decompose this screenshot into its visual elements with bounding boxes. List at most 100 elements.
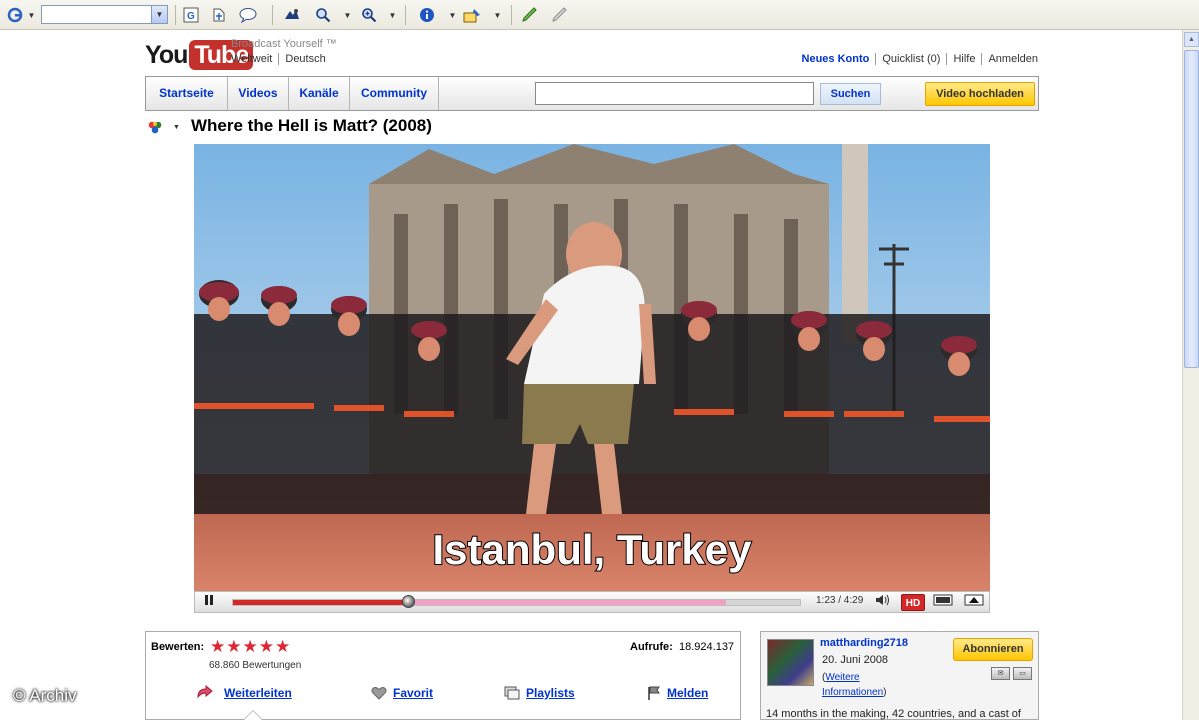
- tab-home[interactable]: Startseite: [146, 77, 228, 110]
- heart-icon: [371, 687, 387, 700]
- join-date: 20. Juni 2008: [822, 654, 889, 666]
- toolbar-divider: [511, 5, 512, 25]
- paren-close: ): [883, 687, 887, 698]
- avatar[interactable]: [767, 639, 814, 686]
- browser-toolbar: ▼ ▼ G ▼ ▼ ▼ ▼: [0, 0, 1199, 30]
- search-input[interactable]: [535, 82, 814, 105]
- views-label: Aufrufe:: [630, 641, 673, 653]
- channel-username[interactable]: mattharding2718: [820, 637, 908, 649]
- video-caption: Istanbul, Turkey: [433, 526, 753, 573]
- google-icon[interactable]: [5, 5, 25, 25]
- more-info-link[interactable]: Weitere Informationen: [822, 672, 883, 698]
- ratings-count: 68.860 Bewertungen: [209, 660, 302, 671]
- video-description: 14 months in the making, 42 countries, a…: [766, 708, 1021, 720]
- message-icon[interactable]: ✉: [991, 667, 1010, 680]
- share-label: Weiterleiten: [224, 686, 292, 700]
- widescreen-icon[interactable]: [931, 594, 955, 611]
- favorite-button[interactable]: Favorit: [371, 684, 433, 702]
- highlight-icon[interactable]: [462, 5, 484, 25]
- subscribe-button[interactable]: Abonnieren: [953, 638, 1033, 661]
- eraser-icon[interactable]: [550, 5, 570, 25]
- seek-handle[interactable]: [401, 595, 415, 608]
- star-icon[interactable]: ★: [226, 638, 241, 655]
- more-info: (Weitere Informationen): [822, 670, 900, 700]
- playlists-label: Playlists: [526, 686, 575, 700]
- flag-icon: [648, 686, 660, 700]
- chevron-down-icon[interactable]: ▼: [388, 5, 397, 25]
- region-link[interactable]: Weltweit: [231, 53, 272, 65]
- star-rating[interactable]: ★ ★ ★ ★ ★: [210, 638, 290, 655]
- language-link[interactable]: Deutsch: [285, 53, 325, 65]
- playlists-button[interactable]: Playlists: [504, 684, 575, 702]
- tagline: Broadcast Yourself ™: [231, 38, 337, 50]
- tab-community[interactable]: Community: [350, 77, 439, 110]
- rate-label: Bewerten:: [151, 641, 205, 653]
- star-icon[interactable]: ★: [210, 638, 225, 655]
- main-navbar: Startseite Videos Kanäle Community Suche…: [145, 76, 1039, 111]
- share-menu[interactable]: ▼: [147, 116, 180, 138]
- scroll-up-button[interactable]: ▲: [1184, 32, 1199, 47]
- svg-text:G: G: [187, 11, 195, 22]
- video-frame-image: Istanbul, Turkey: [194, 144, 990, 591]
- chevron-down-icon[interactable]: ▼: [151, 6, 167, 23]
- video-info-panel: Bewerten: ★ ★ ★ ★ ★ 68.860 Bewertungen Aufru…: [145, 631, 741, 720]
- chevron-down-icon[interactable]: ▼: [173, 124, 180, 131]
- video-title: Where the Hell is Matt? (2008): [191, 116, 432, 135]
- zoom-plus-icon[interactable]: [359, 5, 379, 25]
- help-link[interactable]: Hilfe: [953, 53, 975, 65]
- chevron-down-icon[interactable]: ▼: [448, 5, 457, 25]
- toolbar-divider: [405, 5, 406, 25]
- divider: [981, 53, 983, 65]
- channel-panel: mattharding2718 20. Juni 2008 (Weitere I…: [760, 631, 1039, 720]
- color-dots-icon[interactable]: [147, 119, 163, 135]
- tab-channels[interactable]: Kanäle: [289, 77, 350, 110]
- zoom-icon[interactable]: [314, 5, 332, 25]
- account-nav: Neues Konto Quicklist (0) Hilfe Anmelden: [802, 53, 1038, 65]
- selection-caret: [243, 710, 263, 720]
- upload-video-button[interactable]: Video hochladen: [925, 82, 1035, 106]
- locale-selector: Weltweit Deutsch: [231, 53, 326, 65]
- search-button[interactable]: Suchen: [820, 83, 881, 105]
- hd-button[interactable]: HD: [901, 594, 925, 611]
- quicklist-link[interactable]: Quicklist (0): [882, 53, 940, 65]
- translate-icon[interactable]: [210, 5, 228, 25]
- check-page-icon[interactable]: G: [182, 5, 200, 25]
- pause-button[interactable]: [198, 594, 220, 611]
- divider: [875, 53, 877, 65]
- chevron-down-icon[interactable]: ▼: [27, 5, 36, 25]
- scroll-thumb[interactable]: [1184, 50, 1199, 368]
- archive-watermark: © Archiv: [13, 686, 77, 705]
- divider: [946, 53, 948, 65]
- seek-bar[interactable]: [232, 595, 801, 608]
- search-combo-input[interactable]: ▼: [41, 5, 168, 24]
- views-count: 18.924.137: [679, 641, 735, 653]
- star-icon[interactable]: ★: [243, 638, 258, 655]
- page-icon[interactable]: ▭: [1013, 667, 1032, 680]
- volume-icon[interactable]: [871, 594, 893, 611]
- chevron-down-icon[interactable]: ▼: [343, 5, 352, 25]
- sign-in-link[interactable]: Anmelden: [988, 53, 1038, 65]
- report-label: Melden: [667, 686, 709, 700]
- vertical-scrollbar[interactable]: ▲: [1182, 30, 1199, 720]
- comment-icon[interactable]: [238, 5, 258, 25]
- favorite-label: Favorit: [393, 686, 434, 700]
- logo-text-you: You: [145, 40, 188, 69]
- fullscreen-icon[interactable]: [962, 594, 986, 611]
- star-icon[interactable]: ★: [259, 638, 274, 655]
- tab-videos[interactable]: Videos: [228, 77, 289, 110]
- new-account-link[interactable]: Neues Konto: [802, 53, 870, 65]
- playlist-icon: [504, 686, 520, 700]
- browser-window: ▼ ▼ G ▼ ▼ ▼ ▼ ▲ You Tube Broadcast Yours…: [0, 0, 1199, 720]
- pen-icon[interactable]: [520, 5, 540, 25]
- chevron-down-icon[interactable]: ▼: [493, 5, 502, 25]
- star-icon[interactable]: ★: [275, 638, 290, 655]
- video-player[interactable]: Istanbul, Turkey: [194, 144, 990, 591]
- pointer-icon[interactable]: [282, 5, 302, 25]
- report-button[interactable]: Melden: [647, 684, 708, 702]
- player-controls: 1:23 / 4:29 HD: [194, 591, 990, 613]
- toolbar-divider: [272, 5, 273, 25]
- share-button[interactable]: Weiterleiten: [196, 684, 292, 702]
- share-icon: [197, 685, 213, 699]
- info-icon[interactable]: [418, 5, 436, 25]
- toolbar-divider: [175, 5, 176, 25]
